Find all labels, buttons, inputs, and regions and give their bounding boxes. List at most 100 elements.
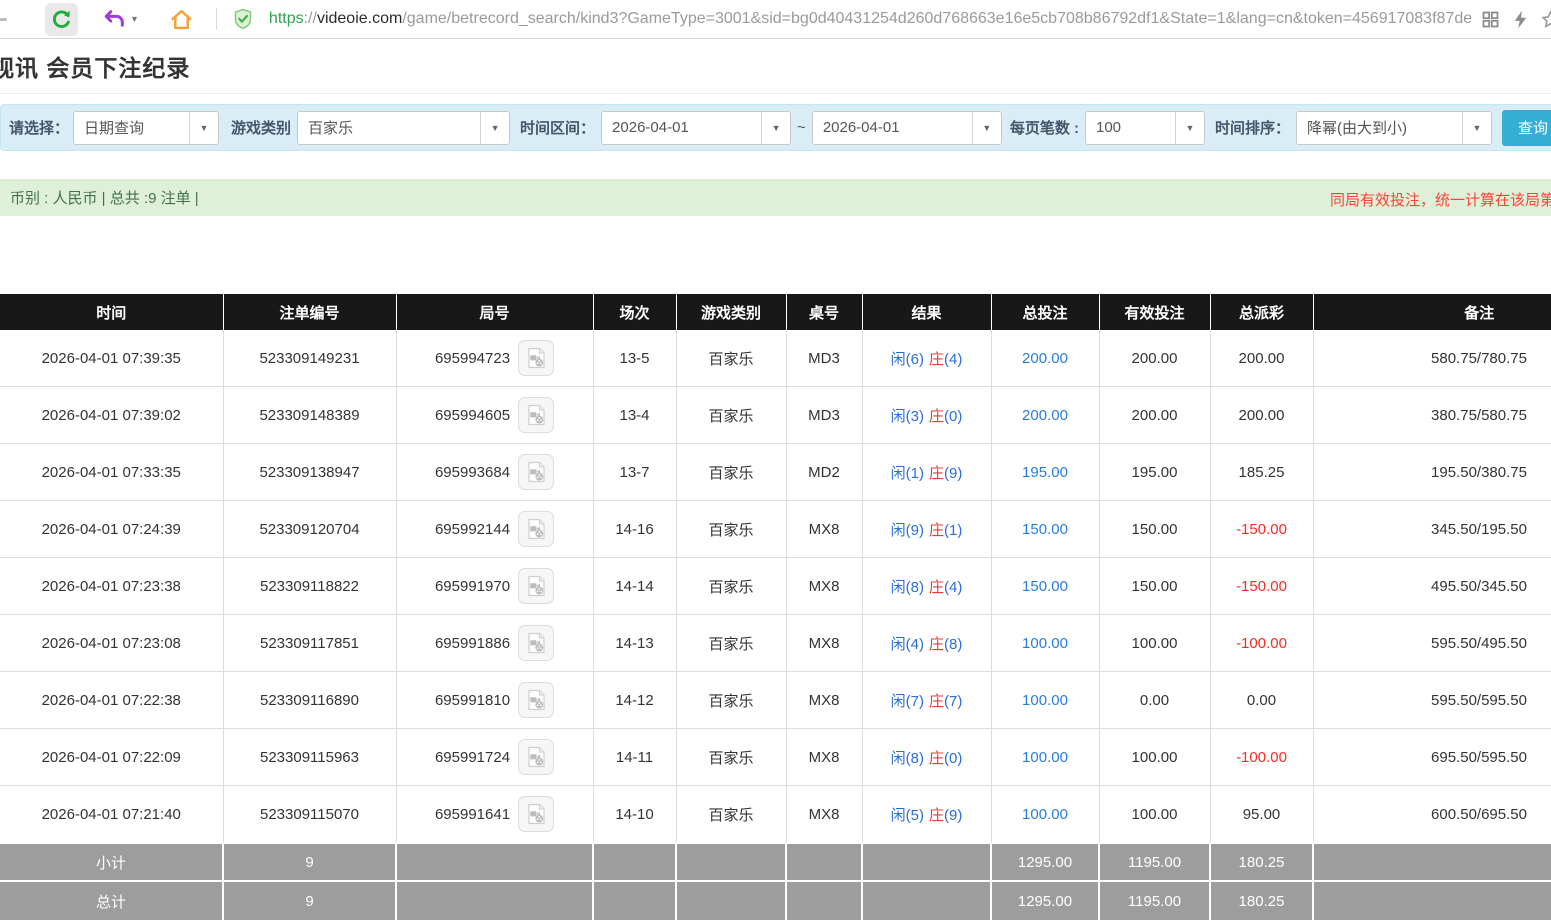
total-bet-link[interactable]: 100.00 <box>991 786 1099 844</box>
chevron-down-icon[interactable]: ▼ <box>972 112 1001 144</box>
flash-plugin-button[interactable] <box>1510 9 1531 30</box>
video-replay-button[interactable] <box>518 511 554 547</box>
bet-id-cell: 523309120704 <box>223 501 396 558</box>
video-file-icon <box>524 745 548 769</box>
video-file-icon <box>524 688 548 712</box>
search-button[interactable]: 查询 <box>1502 110 1551 146</box>
currency-total-text: 币别 : 人民币 | 总共 :9 注单 | <box>10 187 199 208</box>
chevron-down-icon[interactable]: ▼ <box>480 112 509 144</box>
round-cell: 695992144 <box>396 501 593 558</box>
round-cell: 695994723 <box>396 330 593 387</box>
table-code-cell: MD2 <box>786 444 862 501</box>
table-code-cell: MD3 <box>786 387 862 444</box>
video-file-icon <box>524 460 548 484</box>
video-replay-button[interactable] <box>518 397 554 433</box>
game-type-cell: 百家乐 <box>676 501 786 558</box>
result-cell: 闲(8)庄(0) <box>862 729 991 786</box>
round-cell: 695994605 <box>396 387 593 444</box>
summary-count-cell: 9 <box>223 881 396 921</box>
column-header: 总投注 <box>991 294 1099 330</box>
sort-order-label: 时间排序： <box>1215 117 1290 138</box>
payout-cell: 185.25 <box>1210 444 1313 501</box>
date-to-select[interactable]: 2026-04-01 ▼ <box>812 111 1002 145</box>
sort-order-select[interactable]: 降幂(由大到小) ▼ <box>1296 111 1492 145</box>
total-bet-link[interactable]: 150.00 <box>991 558 1099 615</box>
banker-result: 庄 <box>929 408 944 425</box>
video-replay-button[interactable] <box>518 682 554 718</box>
back-icon-partial[interactable] <box>0 18 7 21</box>
column-header: 场次 <box>593 294 676 330</box>
video-replay-button[interactable] <box>518 568 554 604</box>
video-replay-button[interactable] <box>518 454 554 490</box>
result-cell: 闲(4)庄(8) <box>862 615 991 672</box>
table-row: 2026-04-01 07:24:39 523309120704 6959921… <box>0 501 1551 558</box>
total-bet-link[interactable]: 195.00 <box>991 444 1099 501</box>
home-button[interactable] <box>167 5 196 34</box>
video-replay-button[interactable] <box>518 796 554 832</box>
remark-cell: 345.50/195.50 <box>1313 501 1551 558</box>
video-replay-button[interactable] <box>518 625 554 661</box>
round-cell: 695991970 <box>396 558 593 615</box>
total-bet-link[interactable]: 100.00 <box>991 729 1099 786</box>
banker-result-number: (9) <box>944 465 962 482</box>
summary-empty-cell <box>676 843 786 881</box>
payout-cell: -150.00 <box>1210 558 1313 615</box>
chevron-down-icon[interactable]: ▼ <box>1462 112 1491 144</box>
session-cell: 14-11 <box>593 729 676 786</box>
per-page-select[interactable]: 100 ▼ <box>1085 111 1205 145</box>
total-bet-link[interactable]: 200.00 <box>991 387 1099 444</box>
toolbar-separator <box>216 8 217 30</box>
total-bet-link[interactable]: 100.00 <box>991 615 1099 672</box>
bet-id-cell: 523309115070 <box>223 786 396 844</box>
chevron-down-icon[interactable]: ▼ <box>1175 112 1204 144</box>
column-header: 备注 <box>1313 294 1551 330</box>
undo-button[interactable]: ▼ <box>100 5 141 34</box>
address-bar[interactable]: https://videoie.com/game/betrecord_searc… <box>231 7 1472 31</box>
total-bet-link[interactable]: 100.00 <box>991 672 1099 729</box>
table-header-row: 时间注单编号局号场次游戏类别桌号结果总投注有效投注总派彩备注 <box>0 294 1551 330</box>
column-header: 时间 <box>0 294 223 330</box>
time-cell: 2026-04-01 07:22:38 <box>0 672 223 729</box>
game-type-cell: 百家乐 <box>676 615 786 672</box>
summary-row: 小计 9 1295.00 1195.00 180.25 <box>0 843 1551 881</box>
bet-id-cell: 523309138947 <box>223 444 396 501</box>
banker-result: 庄 <box>929 465 944 482</box>
round-number: 695991641 <box>435 806 510 823</box>
bet-id-cell: 523309116890 <box>223 672 396 729</box>
query-type-select[interactable]: 日期查询 ▼ <box>73 111 219 145</box>
date-from-select[interactable]: 2026-04-01 ▼ <box>601 111 791 145</box>
toolbar-right-icons <box>1480 9 1551 30</box>
summary-empty-cell <box>396 881 593 921</box>
valid-bet-cell: 100.00 <box>1099 729 1210 786</box>
summary-empty-cell <box>862 881 991 921</box>
video-file-icon <box>524 403 548 427</box>
chevron-down-icon[interactable]: ▼ <box>761 112 790 144</box>
video-replay-button[interactable] <box>518 739 554 775</box>
total-bet-link[interactable]: 150.00 <box>991 501 1099 558</box>
reload-button[interactable] <box>45 3 78 36</box>
session-cell: 13-5 <box>593 330 676 387</box>
game-type-select[interactable]: 百家乐 ▼ <box>297 111 510 145</box>
filter-bar: 请选择： 日期查询 ▼ 游戏类别 百家乐 ▼ 时间区间： 2026-04-01 … <box>0 104 1551 151</box>
summary-empty-cell <box>676 881 786 921</box>
bookmark-star-button[interactable] <box>1540 9 1551 30</box>
round-number: 695994605 <box>435 407 510 424</box>
summary-empty-cell <box>1313 881 1551 921</box>
round-number: 695992144 <box>435 521 510 538</box>
table-code-cell: MX8 <box>786 501 862 558</box>
qr-code-button[interactable] <box>1480 9 1501 30</box>
video-replay-button[interactable] <box>518 340 554 376</box>
game-type-cell: 百家乐 <box>676 558 786 615</box>
valid-bet-cell: 100.00 <box>1099 615 1210 672</box>
url-text[interactable]: https://videoie.com/game/betrecord_searc… <box>269 10 1472 28</box>
total-bet-link[interactable]: 200.00 <box>991 330 1099 387</box>
summary-empty-cell <box>396 843 593 881</box>
player-result: 闲(6) <box>891 351 924 368</box>
time-cell: 2026-04-01 07:39:02 <box>0 387 223 444</box>
security-shield-icon[interactable] <box>231 7 255 31</box>
remark-cell: 595.50/595.50 <box>1313 672 1551 729</box>
table-row: 2026-04-01 07:33:35 523309138947 6959936… <box>0 444 1551 501</box>
chevron-down-icon[interactable]: ▼ <box>189 112 218 144</box>
undo-dropdown-caret[interactable]: ▼ <box>130 14 139 24</box>
reload-icon <box>49 7 74 32</box>
